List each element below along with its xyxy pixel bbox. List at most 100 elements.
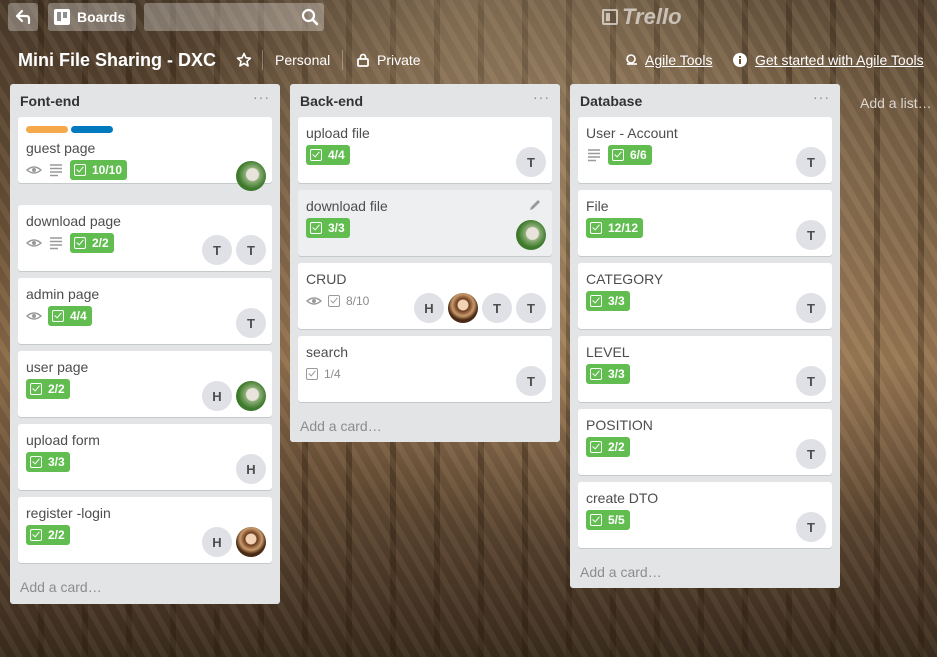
- card-level[interactable]: LEVEL 3/3 T: [578, 336, 832, 402]
- trello-logo-text: Trello: [622, 4, 682, 29]
- header-divider: [262, 50, 263, 70]
- visibility-button[interactable]: Private: [377, 52, 421, 68]
- checklist-count: 8/10: [346, 294, 370, 308]
- checklist-icon: [52, 310, 64, 322]
- avatar-photo[interactable]: [448, 293, 478, 323]
- checklist-badge: 3/3: [26, 452, 70, 472]
- checklist-icon: [74, 237, 86, 249]
- avatar[interactable]: T: [796, 366, 826, 396]
- add-list-button[interactable]: Add a list…: [860, 95, 932, 111]
- trello-logo[interactable]: Trello: [602, 4, 682, 30]
- avatar-photo[interactable]: [516, 220, 546, 250]
- card-title: register -login: [26, 505, 111, 521]
- avatar[interactable]: T: [796, 147, 826, 177]
- checklist-icon: [30, 383, 42, 395]
- add-card-button[interactable]: Add a card…: [580, 564, 662, 580]
- avatar[interactable]: T: [796, 512, 826, 542]
- avatar-photo[interactable]: [236, 527, 266, 557]
- avatar[interactable]: H: [236, 454, 266, 484]
- card-badges: 6/6: [586, 145, 652, 165]
- card-download-page[interactable]: download page 2/2 T T: [18, 205, 272, 271]
- card-badges: 3/3: [306, 218, 350, 238]
- checklist-badge: 2/2: [26, 379, 70, 399]
- avatar[interactable]: T: [796, 220, 826, 250]
- label-orange[interactable]: [26, 126, 68, 133]
- checklist-count: 2/2: [48, 528, 65, 542]
- list-database: Database ··· User - Account 6/6 T File 1…: [570, 84, 840, 588]
- checklist-count: 2/2: [608, 440, 625, 454]
- checklist-count: 2/2: [92, 236, 109, 250]
- info-icon: [733, 53, 747, 67]
- add-card-button[interactable]: Add a card…: [300, 418, 382, 434]
- list-menu-button[interactable]: ···: [253, 89, 270, 105]
- checklist-icon: [30, 529, 42, 541]
- list-title[interactable]: Database: [580, 93, 642, 109]
- avatar[interactable]: T: [236, 308, 266, 338]
- checklist-count: 10/10: [92, 163, 123, 177]
- card-download-file[interactable]: download file 3/3: [298, 190, 552, 256]
- checklist-count: 3/3: [608, 367, 625, 381]
- avatar[interactable]: T: [796, 293, 826, 323]
- card-title: User - Account: [586, 125, 678, 141]
- card-badges: 3/3: [586, 364, 630, 384]
- lock-icon: [357, 53, 369, 67]
- avatar[interactable]: H: [414, 293, 444, 323]
- card-admin-page[interactable]: admin page 4/4 T: [18, 278, 272, 344]
- avatar[interactable]: T: [516, 293, 546, 323]
- card-category[interactable]: CATEGORY 3/3 T: [578, 263, 832, 329]
- list-title[interactable]: Back-end: [300, 93, 363, 109]
- avatar[interactable]: T: [236, 235, 266, 265]
- agile-tools-link[interactable]: Agile Tools: [645, 52, 712, 68]
- card-register-login[interactable]: register -login 2/2 H: [18, 497, 272, 563]
- checklist-count: 5/5: [608, 513, 625, 527]
- board-title[interactable]: Mini File Sharing - DXC: [18, 50, 216, 71]
- card-badges: 2/2: [26, 379, 70, 399]
- avatar[interactable]: H: [202, 381, 232, 411]
- card-badges: 3/3: [586, 291, 630, 311]
- star-icon[interactable]: [236, 52, 252, 68]
- add-card-button[interactable]: Add a card…: [20, 579, 102, 595]
- card-user-page[interactable]: user page 2/2 H: [18, 351, 272, 417]
- avatar[interactable]: T: [516, 366, 546, 396]
- card-badges: 4/4: [306, 145, 350, 165]
- card-guest-page[interactable]: guest page 10/10: [18, 117, 272, 191]
- checklist-icon: [590, 368, 602, 380]
- card-position[interactable]: POSITION 2/2 T: [578, 409, 832, 475]
- trello-logo-icon: [602, 9, 618, 25]
- description-icon: [588, 149, 600, 162]
- watch-eye-icon: [306, 297, 322, 305]
- card-file[interactable]: File 12/12 T: [578, 190, 832, 256]
- card-user-account[interactable]: User - Account 6/6 T: [578, 117, 832, 183]
- avatar[interactable]: T: [482, 293, 512, 323]
- search-input[interactable]: [144, 3, 324, 31]
- checklist-badge: 10/10: [70, 160, 128, 180]
- boards-button[interactable]: Boards: [48, 3, 136, 31]
- header-divider: [342, 50, 343, 70]
- avatar-photo[interactable]: [236, 381, 266, 411]
- description-icon: [50, 237, 62, 250]
- card-crud[interactable]: CRUD 8/10 H T T: [298, 263, 552, 329]
- edit-pencil-icon[interactable]: [528, 198, 542, 212]
- avatar[interactable]: T: [516, 147, 546, 177]
- list-menu-button[interactable]: ···: [533, 89, 550, 105]
- checklist-count: 4/4: [70, 309, 87, 323]
- avatar-photo[interactable]: [236, 161, 266, 191]
- back-button[interactable]: [8, 3, 38, 31]
- checklist-icon: [590, 295, 602, 307]
- card-badges: 12/12: [586, 218, 644, 238]
- list-menu-button[interactable]: ···: [813, 89, 830, 105]
- get-started-link[interactable]: Get started with Agile Tools: [755, 52, 924, 68]
- checklist-badge: 8/10: [328, 294, 369, 308]
- list-title[interactable]: Font-end: [20, 93, 80, 109]
- checklist-badge: 5/5: [586, 510, 630, 530]
- avatar[interactable]: H: [202, 527, 232, 557]
- card-search[interactable]: search 1/4 T: [298, 336, 552, 402]
- avatar[interactable]: T: [796, 439, 826, 469]
- card-upload-form[interactable]: upload form 3/3 H: [18, 424, 272, 490]
- card-create-dto[interactable]: create DTO 5/5 T: [578, 482, 832, 548]
- avatar[interactable]: T: [202, 235, 232, 265]
- search-icon[interactable]: [300, 7, 320, 27]
- team-button[interactable]: Personal: [275, 52, 330, 68]
- card-upload-file[interactable]: upload file 4/4 T: [298, 117, 552, 183]
- label-blue[interactable]: [71, 126, 113, 133]
